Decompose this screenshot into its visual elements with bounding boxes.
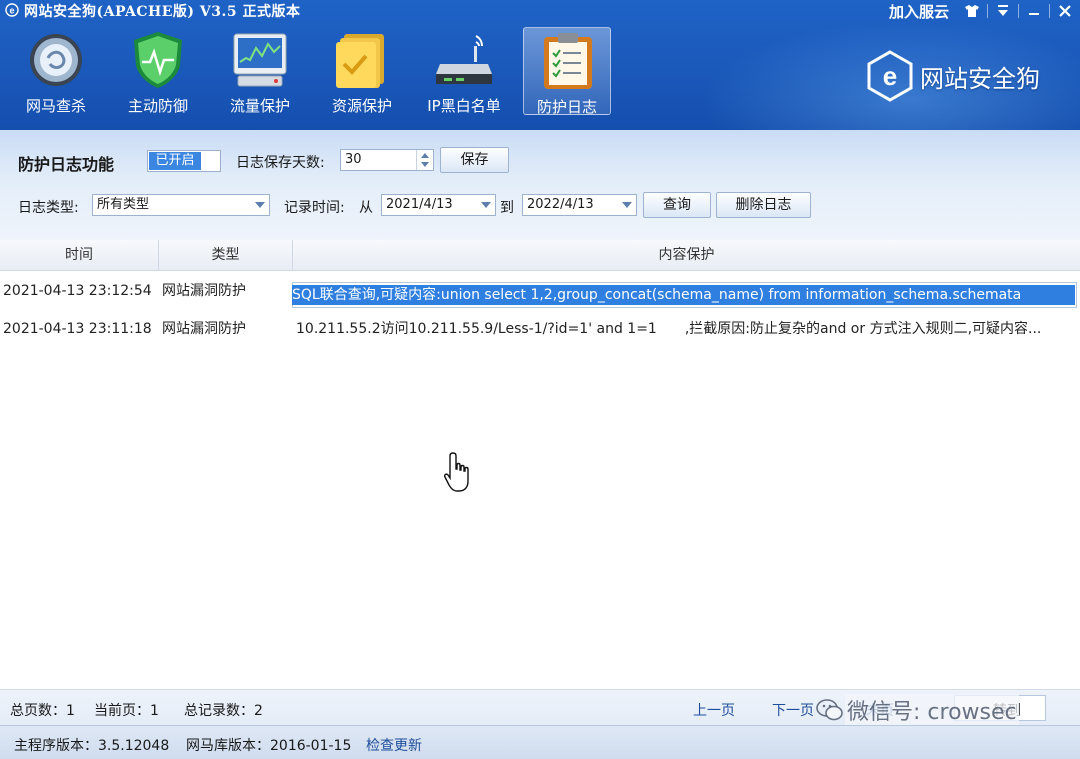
router-icon	[436, 35, 492, 84]
title-bar: e 网站安全狗(APACHE版) V3.5 正式版本 加入服云	[0, 0, 1080, 22]
table-header: 时间 类型 内容保护	[0, 240, 1080, 271]
chevron-down-icon	[622, 202, 632, 208]
watermark-text: 微信号: crowsec	[845, 694, 1019, 726]
log-feature-label: 防护日志功能	[18, 155, 115, 174]
save-button[interactable]: 保存	[440, 147, 509, 173]
toolbar-ip-list-button[interactable]: IP黑白名单	[420, 27, 508, 115]
toolbar-scan-label: 网马查杀	[25, 97, 86, 115]
current-page: 当前页：1	[94, 703, 159, 719]
chevron-down-icon	[255, 202, 265, 208]
toolbar-log-button[interactable]: 防护日志	[523, 27, 611, 116]
chevron-down-icon	[481, 202, 491, 208]
cell-type: 网站漏洞防护	[162, 283, 246, 299]
total-records: 总记录数：2	[184, 703, 263, 719]
log-feature-toggle[interactable]: 已开启	[147, 150, 221, 172]
from-label: 从	[359, 200, 373, 216]
db-version: 网马库版本：2016-01-15	[186, 738, 352, 754]
total-pages: 总页数：1	[10, 703, 75, 719]
scan-globe-icon	[30, 34, 82, 86]
cell-content: 10.211.55.2访问10.211.55.9/Less-1/?id=1' a…	[296, 321, 1042, 337]
hand-cursor-icon	[444, 452, 469, 492]
toolbar-resource-button[interactable]: 资源保护	[318, 27, 406, 115]
query-button[interactable]: 查询	[643, 192, 711, 218]
record-time-label: 记录时间:	[284, 200, 345, 216]
toolbar-resource-label: 资源保护	[331, 97, 392, 115]
column-header-type[interactable]: 类型	[159, 240, 293, 270]
toolbar-traffic-button[interactable]: 流量保护	[216, 27, 304, 115]
cell-content-selected[interactable]: SQL联合查询,可疑内容:union select 1,2,group_conc…	[292, 285, 1075, 305]
brand-e-icon: e	[867, 50, 913, 102]
toggle-state: 已开启	[149, 152, 201, 170]
main-version: 主程序版本：3.5.12048	[14, 738, 170, 754]
from-date-value: 2021/4/13	[386, 197, 453, 212]
from-date-picker[interactable]: 2021/4/13	[381, 194, 496, 216]
cell-time: 2021-04-13 23:11:18	[3, 321, 152, 337]
delete-log-button[interactable]: 删除日志	[716, 192, 811, 218]
toolbar-ip-list-label: IP黑白名单	[427, 97, 501, 115]
status-bar: 主程序版本：3.5.12048 网马库版本：2016-01-15 检查更新	[0, 725, 1080, 759]
traffic-monitor-icon	[233, 33, 287, 87]
column-header-content[interactable]: 内容保护	[293, 240, 1080, 270]
toolbar-log-label: 防护日志	[536, 98, 597, 116]
watermark: 微信号: crowsec	[815, 694, 1019, 726]
next-page-link[interactable]: 下一页	[772, 700, 814, 720]
to-date-picker[interactable]: 2022/4/13	[522, 194, 637, 216]
top-bar: e 网站安全狗(APACHE版) V3.5 正式版本 加入服云 网马查杀 主动防…	[0, 0, 1080, 130]
clipboard-icon	[544, 33, 592, 89]
save-days-value: 30	[345, 152, 362, 167]
to-date-value: 2022/4/13	[527, 197, 594, 212]
shirt-icon[interactable]	[957, 1, 987, 21]
close-icon[interactable]	[1050, 1, 1080, 21]
save-days-stepper[interactable]: 30	[340, 149, 434, 171]
brand-logo: e 网站安全狗	[866, 50, 1040, 102]
to-label: 到	[500, 200, 514, 216]
prev-page-link[interactable]: 上一页	[693, 700, 735, 720]
svg-text:e: e	[9, 6, 14, 16]
brand-name: 网站安全狗	[920, 64, 1040, 93]
log-type-label: 日志类型:	[18, 200, 79, 216]
table-row[interactable]: 2021-04-13 23:11:18 网站漏洞防护 10.211.55.2访问…	[0, 312, 1080, 346]
check-update-link[interactable]: 检查更新	[366, 735, 422, 755]
folder-check-icon	[336, 34, 384, 88]
toolbar-scan-button[interactable]: 网马查杀	[12, 27, 100, 115]
log-table: 时间 类型 内容保护 2021-04-13 23:12:54 网站漏洞防护 SQ…	[0, 240, 1080, 689]
toolbar-defense-button[interactable]: 主动防御	[114, 27, 202, 115]
log-type-select[interactable]: 所有类型	[92, 194, 270, 216]
wechat-icon	[816, 699, 843, 721]
shield-icon	[134, 32, 182, 88]
table-row[interactable]: 2021-04-13 23:12:54 网站漏洞防护 SQL联合查询,可疑内容:…	[0, 274, 1080, 308]
save-days-label: 日志保存天数:	[236, 155, 325, 171]
toolbar-defense-label: 主动防御	[127, 97, 188, 115]
cell-time: 2021-04-13 23:12:54	[3, 283, 152, 299]
join-cloud-button[interactable]: 加入服云	[889, 1, 949, 22]
control-panel	[0, 130, 1080, 240]
column-header-time[interactable]: 时间	[0, 240, 159, 270]
minimize-icon[interactable]	[1019, 1, 1049, 21]
app-logo-icon: e	[5, 3, 19, 17]
svg-text:e: e	[883, 61, 897, 91]
stepper-arrows-icon[interactable]	[416, 150, 433, 170]
toolbar-traffic-label: 流量保护	[229, 97, 290, 115]
cell-type: 网站漏洞防护	[162, 321, 246, 337]
menu-icon[interactable]	[988, 1, 1018, 21]
log-type-value: 所有类型	[97, 197, 150, 212]
window-title: 网站安全狗(APACHE版) V3.5 正式版本	[24, 4, 301, 20]
